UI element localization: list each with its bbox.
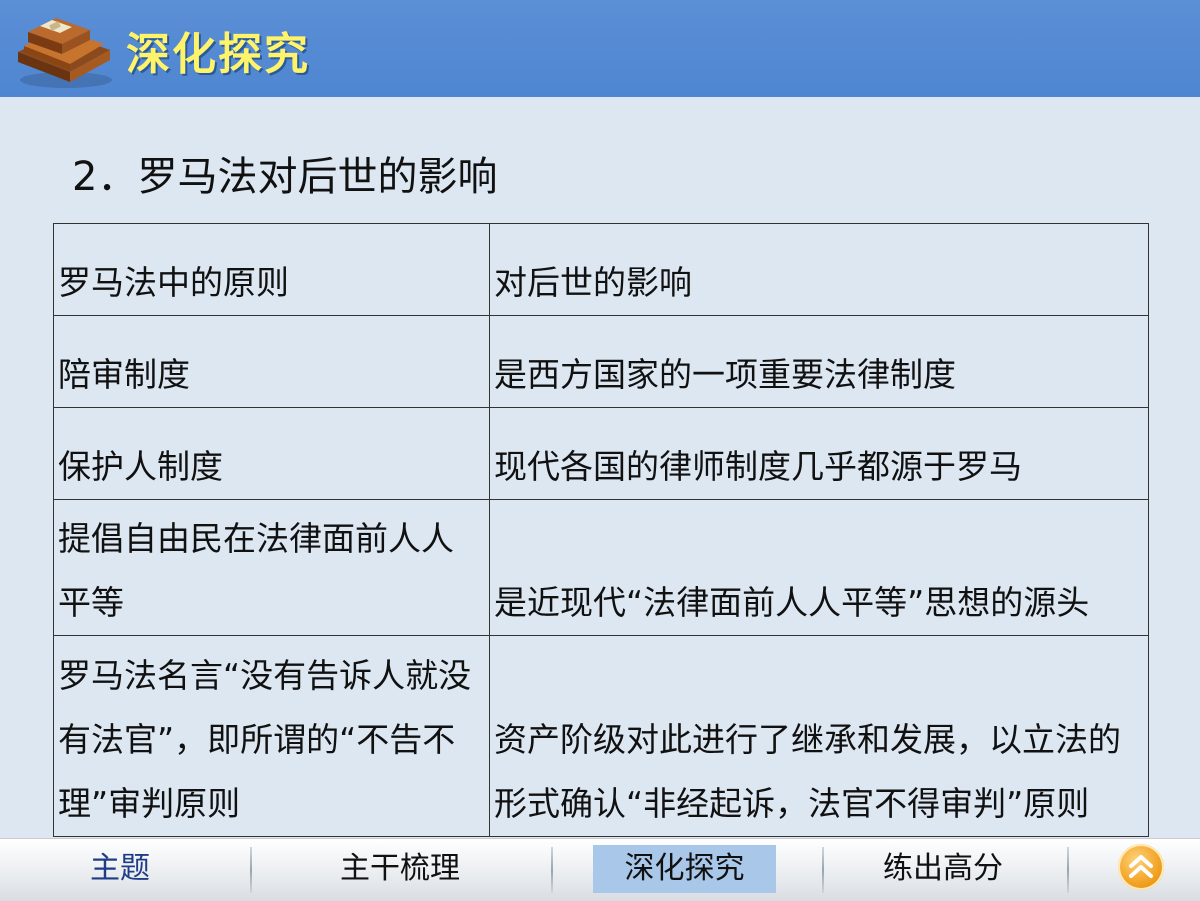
roman-law-table: 罗马法中的原则 对后世的影响 陪审制度 是西方国家的一项重要法律制度 保护人制度…: [53, 223, 1149, 837]
up-arrow-icon: [1129, 855, 1153, 878]
table-row: 罗马法名言“没有告诉人就没有法官”，即所谓的“不告不理”审判原则 资产阶级对此进…: [53, 635, 1149, 837]
nav-practice-tab[interactable]: 练出高分: [843, 845, 1043, 893]
table-cell: 资产阶级对此进行了继承和发展，以立法的形式确认“非经起诉，法官不得审判”原则: [489, 635, 1149, 837]
nav-home-button[interactable]: 主题: [70, 845, 170, 893]
nav-separator: [551, 847, 553, 893]
header-bar: 深化探究: [0, 0, 1200, 97]
table-cell: 陪审制度: [53, 315, 490, 408]
book-icon: [18, 18, 112, 88]
nav-main-review-tab[interactable]: 主干梳理: [300, 845, 500, 893]
table-cell: 保护人制度: [53, 407, 490, 500]
table-cell: 提倡自由民在法律面前人人平等: [53, 499, 490, 636]
section-heading: 2．罗马法对后世的影响: [72, 154, 498, 200]
scroll-up-button[interactable]: [1118, 844, 1164, 890]
table-header-cell: 罗马法中的原则: [53, 223, 490, 316]
table-header-row: 罗马法中的原则 对后世的影响: [53, 223, 1149, 316]
table-header-cell: 对后世的影响: [489, 223, 1149, 316]
table-cell: 是近现代“法律面前人人平等”思想的源头: [489, 499, 1149, 636]
table-row: 陪审制度 是西方国家的一项重要法律制度: [53, 315, 1149, 408]
table-cell: 罗马法名言“没有告诉人就没有法官”，即所谓的“不告不理”审判原则: [53, 635, 490, 837]
nav-separator: [250, 847, 252, 893]
table-row: 保护人制度 现代各国的律师制度几乎都源于罗马: [53, 407, 1149, 500]
bottom-nav: 主题 主干梳理 深化探究 练出高分: [0, 838, 1200, 901]
header-title: 深化探究: [126, 29, 310, 80]
nav-separator: [822, 847, 824, 893]
nav-separator: [1067, 847, 1069, 893]
table-cell: 是西方国家的一项重要法律制度: [489, 315, 1149, 408]
table-cell: 现代各国的律师制度几乎都源于罗马: [489, 407, 1149, 500]
nav-deep-explore-tab[interactable]: 深化探究: [593, 845, 776, 893]
table-row: 提倡自由民在法律面前人人平等 是近现代“法律面前人人平等”思想的源头: [53, 499, 1149, 636]
